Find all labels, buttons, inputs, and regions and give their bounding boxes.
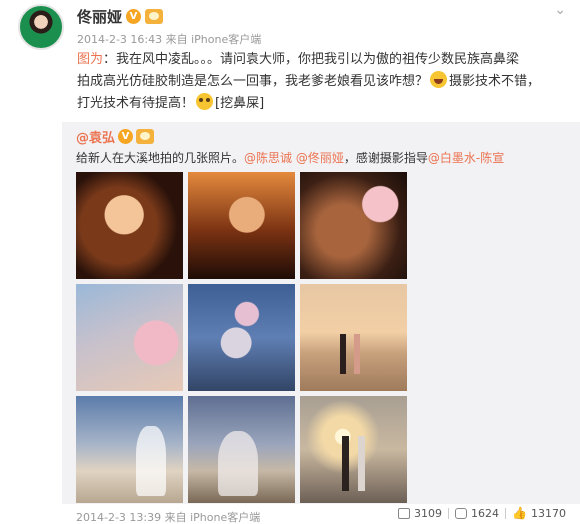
repost-credit[interactable]: @白墨水-陈宣: [428, 151, 504, 165]
laugh-emoji-icon: [430, 71, 448, 88]
share-count: 3109: [414, 507, 443, 520]
comment-icon: [455, 508, 468, 519]
post-text: 图为：我在风中凌乱。。。请问袁大师，你把我引以为傲的祖传少数民族高鼻梁 拍成高光…: [77, 49, 567, 115]
divider: [448, 508, 450, 519]
photo-thumbnail[interactable]: [188, 284, 295, 391]
post-text-line3b: [挖鼻屎]: [215, 96, 265, 111]
member-crown-icon: [145, 9, 164, 24]
comment-button[interactable]: 1624: [455, 507, 499, 520]
repost-text-main: 给新人在大溪地拍的几张照片。: [76, 151, 245, 165]
like-button[interactable]: 👍 13170: [512, 507, 566, 520]
verified-badge-icon: V: [118, 129, 134, 144]
pick-nose-emoji-icon: [196, 93, 214, 110]
divider: [505, 508, 507, 519]
photo-thumbnail[interactable]: [300, 396, 407, 503]
verified-badge-icon: V: [126, 9, 142, 24]
photo-thumbnail[interactable]: [188, 396, 295, 503]
chevron-down-icon[interactable]: ⌄: [554, 2, 566, 18]
repost-stats: 3109 1624 👍 13170: [398, 507, 566, 520]
post-text-line2: 拍成高光仿硅胶制造是怎么一回事，我老爹老娘看见该咋想？: [77, 74, 429, 89]
photo-grid: [76, 172, 407, 503]
repost-mentions[interactable]: @陈思诚 @佟丽娅: [244, 151, 344, 165]
like-count: 13170: [531, 507, 566, 520]
repost-text: 给新人在大溪地拍的几张照片。@陈思诚 @佟丽娅，感谢摄影指导@白墨水-陈宣: [76, 149, 504, 166]
repost-author-name[interactable]: @袁弘: [76, 127, 115, 146]
photo-thumbnail[interactable]: [300, 284, 407, 391]
author-name[interactable]: 佟丽娅: [77, 6, 122, 27]
repost-meta: 2014-2-3 13:39 来自 iPhone客户端: [76, 511, 261, 524]
photo-thumbnail[interactable]: [76, 396, 183, 503]
member-crown-icon: [136, 129, 155, 144]
thumbs-up-icon: 👍: [512, 506, 527, 520]
share-button[interactable]: 3109: [398, 507, 442, 520]
avatar[interactable]: [18, 4, 64, 50]
post-text-prefix[interactable]: 图为: [77, 52, 103, 67]
photo-thumbnail[interactable]: [76, 172, 183, 279]
repost-text-mid: ，感谢摄影指导: [343, 151, 428, 165]
comment-count: 1624: [471, 507, 500, 520]
repost-card[interactable]: @袁弘 V 给新人在大溪地拍的几张照片。@陈思诚 @佟丽娅，感谢摄影指导@白墨水…: [62, 122, 580, 524]
photo-thumbnail[interactable]: [188, 172, 295, 279]
post-text-line1: ：我在风中凌乱。。。请问袁大师，你把我引以为傲的祖传少数民族高鼻梁: [103, 52, 520, 67]
post-text-line2b: 摄影技术不错，: [449, 74, 541, 89]
repost-author: @袁弘 V: [76, 127, 155, 146]
photo-thumbnail[interactable]: [300, 172, 407, 279]
share-icon: [398, 508, 411, 519]
post-meta: 2014-2-3 16:43 来自 iPhone客户端: [77, 33, 262, 46]
post-author: 佟丽娅 V: [77, 6, 164, 27]
photo-thumbnail[interactable]: [76, 284, 183, 391]
post-text-line3: 打光技术有待提高！: [77, 96, 195, 111]
